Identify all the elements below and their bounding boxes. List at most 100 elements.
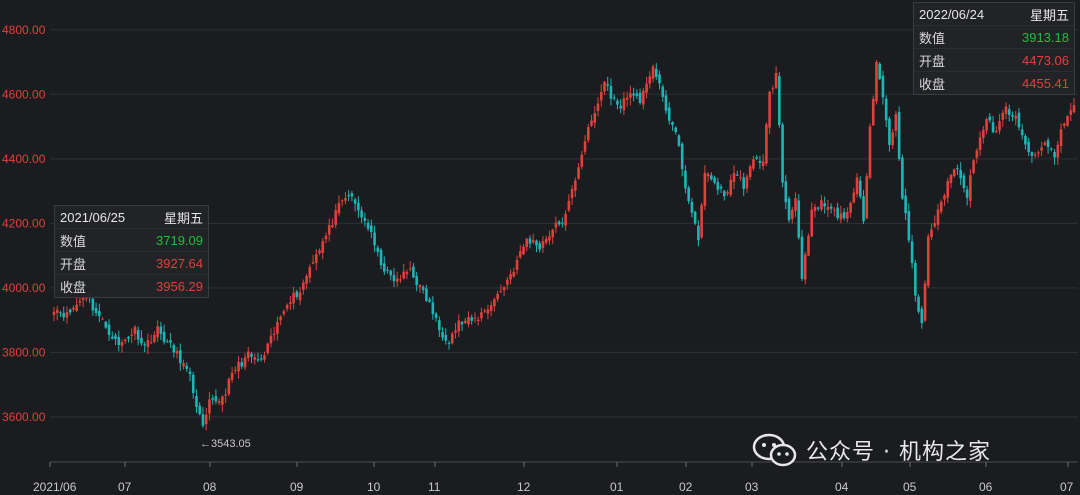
- candle-body: [784, 181, 788, 203]
- candle-body: [224, 394, 227, 396]
- tooltip-label: 开盘: [919, 53, 946, 69]
- candle-body: [1053, 152, 1056, 158]
- candle-body: [697, 225, 700, 241]
- candle-body: [858, 180, 862, 197]
- x-tick-label: 07: [1060, 480, 1074, 494]
- candle-body: [363, 217, 367, 221]
- tooltip-value: 3927.64: [156, 255, 203, 271]
- candle-body: [276, 322, 279, 334]
- candle-body: [904, 195, 907, 214]
- candle-body: [457, 320, 461, 332]
- candle-body: [204, 414, 208, 425]
- candle-body: [888, 118, 891, 145]
- x-tick-label: 10: [367, 480, 381, 494]
- candle-body: [1066, 116, 1069, 126]
- candle-body: [185, 365, 189, 369]
- candle-body: [496, 293, 499, 300]
- candle-body: [55, 309, 59, 313]
- candle-body: [279, 316, 282, 321]
- x-tick-label: 02: [679, 480, 693, 494]
- candle-body: [975, 150, 979, 158]
- candle-body: [538, 243, 542, 250]
- candle-body: [431, 302, 435, 315]
- candle-body: [603, 81, 606, 92]
- candle-body: [677, 135, 681, 146]
- candle-body: [998, 121, 1001, 131]
- candle-body: [438, 320, 441, 331]
- candle-body: [1069, 110, 1073, 115]
- candle-body: [664, 95, 668, 111]
- candle-body: [567, 200, 571, 211]
- candle-body: [357, 202, 360, 211]
- candle-body: [395, 278, 399, 282]
- candle-body: [460, 321, 464, 325]
- candle-body: [198, 405, 202, 415]
- candle-body: [98, 311, 101, 317]
- candle-body: [486, 309, 490, 314]
- candle-body: [434, 313, 438, 318]
- candle-body: [470, 317, 474, 321]
- candle-body: [959, 169, 962, 179]
- candle-body: [735, 174, 739, 176]
- candle-body: [91, 298, 95, 311]
- candle-body: [1033, 154, 1037, 156]
- candle-body: [926, 236, 930, 286]
- candle-body: [910, 241, 914, 264]
- candle-body: [1062, 123, 1066, 126]
- candle-body: [110, 336, 114, 339]
- candle-body: [648, 76, 652, 84]
- candle-body: [156, 326, 159, 338]
- candle-body: [1024, 135, 1027, 145]
- candle-body: [133, 327, 137, 334]
- candle-body: [564, 213, 567, 226]
- candle-body: [829, 206, 833, 209]
- candle-body: [833, 209, 836, 211]
- candle-body: [127, 336, 130, 339]
- candle-body: [787, 198, 791, 221]
- candle-body: [243, 357, 247, 368]
- candle-body: [227, 378, 231, 395]
- candle-body: [221, 396, 224, 405]
- candle-body: [136, 330, 140, 340]
- candle-body: [350, 193, 354, 197]
- tooltip-label: 收盘: [60, 279, 87, 295]
- candle-body: [78, 300, 82, 303]
- candle-body: [208, 399, 211, 414]
- candle-body: [616, 100, 619, 105]
- candle-body: [425, 288, 428, 301]
- candle-body: [988, 116, 992, 121]
- y-axis: 4800.00 4600.00 4400.00 4200.00 4000.00 3800.…: [2, 23, 46, 424]
- candle-body: [515, 260, 519, 270]
- candle-body: [415, 275, 418, 285]
- candle-body: [894, 114, 898, 131]
- candle-body: [331, 225, 334, 228]
- candle-body: [632, 93, 635, 96]
- low-annotation: ←3543.05: [200, 438, 251, 450]
- candle-body: [1050, 148, 1053, 150]
- candle-body: [476, 319, 480, 321]
- tooltip-label: 数值: [919, 30, 946, 46]
- candle-body: [62, 312, 66, 318]
- candle-body: [936, 209, 940, 225]
- x-tick-label: 07: [118, 480, 132, 494]
- candle-body: [700, 204, 703, 238]
- candle-body: [917, 296, 920, 312]
- candle-body: [182, 363, 185, 367]
- candle-body: [314, 254, 318, 263]
- candle-body: [230, 372, 234, 380]
- candle-body: [1059, 129, 1063, 147]
- candle-body: [324, 235, 328, 240]
- candle-body: [412, 266, 415, 278]
- candle-body: [852, 192, 856, 203]
- candle-body: [528, 238, 532, 244]
- watermark: 公众号 · 机构之家: [752, 430, 991, 470]
- candle-body: [719, 186, 723, 189]
- candle-body: [289, 302, 292, 305]
- candle-body: [402, 271, 406, 279]
- candle-body: [803, 254, 807, 280]
- candle-body: [162, 331, 166, 343]
- candle-body: [130, 334, 134, 336]
- candle-body: [149, 342, 153, 344]
- candle-body: [969, 175, 972, 201]
- candle-body: [732, 173, 736, 182]
